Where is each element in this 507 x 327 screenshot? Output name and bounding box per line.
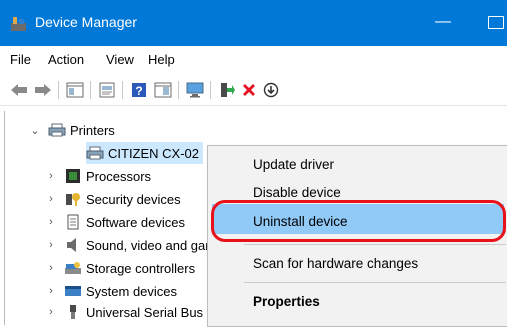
tree-item-label: Processors <box>86 168 152 184</box>
tree-item-storage-controllers[interactable]: › Storage controllers <box>44 257 195 279</box>
menu-item-label: Uninstall device <box>253 214 348 229</box>
device-manager-icon <box>11 17 26 31</box>
download-icon[interactable] <box>260 80 282 100</box>
menu-item-label: Update driver <box>253 157 335 172</box>
menu-item-label: Scan for hardware changes <box>253 256 419 271</box>
tree-item-label: CITIZEN CX-02 <box>108 145 200 161</box>
window-title: Device Manager <box>35 14 137 30</box>
tree-item-system-devices[interactable]: › System devices <box>44 280 177 302</box>
tree-item-security-devices[interactable]: › Security devices <box>44 188 181 210</box>
menu-item-label: Properties <box>253 294 320 309</box>
usb-icon <box>70 305 76 319</box>
title-bar[interactable]: Device Manager — <box>0 0 507 46</box>
toolbar-separator <box>58 81 59 99</box>
printer-icon <box>48 123 66 137</box>
toolbar-separator <box>122 81 123 99</box>
tree-item-label: System devices <box>86 283 178 299</box>
help-icon[interactable]: ? <box>128 80 150 100</box>
chevron-down-icon[interactable]: ⌄ <box>28 123 42 137</box>
properties-menu-item[interactable]: Properties <box>208 288 507 318</box>
system-device-icon <box>65 286 81 296</box>
update-driver-menu-item[interactable]: Update driver <box>208 151 507 181</box>
speaker-icon <box>67 238 76 252</box>
menu-view[interactable]: View <box>106 52 134 67</box>
chevron-right-icon[interactable]: › <box>44 238 58 252</box>
tree-item-label: Security devices <box>86 191 181 207</box>
forward-arrow-icon[interactable] <box>32 80 54 100</box>
toolbar-separator <box>90 81 91 99</box>
printer-icon <box>86 146 104 160</box>
tree-item-label: Printers <box>70 122 115 138</box>
toolbar: ? <box>0 75 507 106</box>
tree-item-label: Software devices <box>86 214 185 230</box>
back-arrow-icon[interactable] <box>8 80 30 100</box>
storage-controller-icon <box>65 262 81 274</box>
chevron-right-icon[interactable]: › <box>44 169 58 183</box>
chevron-right-icon[interactable]: › <box>44 261 58 275</box>
chevron-right-icon[interactable]: › <box>44 215 58 229</box>
tree-item-printers[interactable]: ⌄ Printers <box>28 119 115 141</box>
tree-item-software-devices[interactable]: › Software devices <box>44 211 185 233</box>
menu-help[interactable]: Help <box>148 52 175 67</box>
update-driver-icon[interactable] <box>216 80 238 100</box>
tree-item-label: Storage controllers <box>86 260 196 276</box>
chevron-right-icon[interactable]: › <box>44 284 58 298</box>
maximize-button[interactable] <box>488 16 504 29</box>
toolbar-separator <box>178 81 179 99</box>
menu-separator <box>244 244 506 245</box>
menu-item-label: Disable device <box>253 185 341 200</box>
properties-icon[interactable] <box>96 80 118 100</box>
menu-separator <box>244 282 506 283</box>
software-device-icon <box>67 214 79 230</box>
context-menu: Update driver Disable device Uninstall d… <box>207 145 507 327</box>
menu-action[interactable]: Action <box>48 52 84 67</box>
security-key-icon <box>66 193 80 206</box>
menu-bar: File Action View Help <box>0 48 507 72</box>
uninstall-device-menu-item[interactable]: Uninstall device <box>208 208 507 238</box>
monitor-icon[interactable] <box>184 80 206 100</box>
scan-hardware-menu-item[interactable]: Scan for hardware changes <box>208 250 507 280</box>
svg-text:?: ? <box>135 84 142 98</box>
processor-icon <box>66 169 80 183</box>
view-icon[interactable] <box>152 80 174 100</box>
chevron-right-icon[interactable]: › <box>44 305 58 319</box>
tree-item-citizen-cx-02[interactable]: CITIZEN CX-02 <box>86 142 204 164</box>
show-hide-tree-icon[interactable] <box>64 80 86 100</box>
uninstall-icon[interactable] <box>238 80 260 100</box>
chevron-right-icon[interactable]: › <box>44 192 58 206</box>
toolbar-separator <box>210 81 211 99</box>
menu-file[interactable]: File <box>10 52 31 67</box>
minimize-button[interactable]: — <box>428 12 458 32</box>
tree-item-processors[interactable]: › Processors <box>44 165 151 187</box>
